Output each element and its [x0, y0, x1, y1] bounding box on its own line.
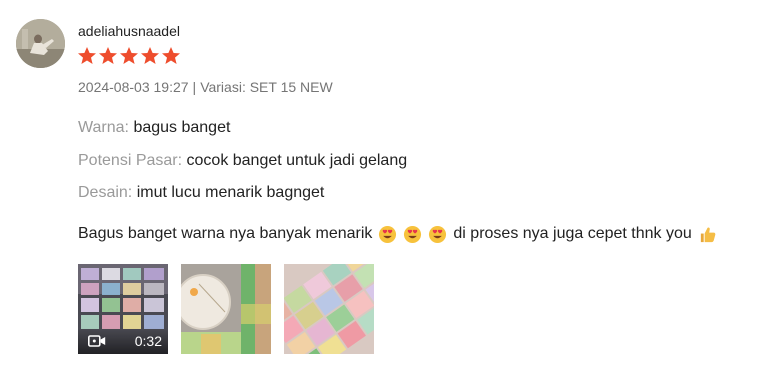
review-variation: Variasi: SET 15 NEW	[200, 79, 333, 95]
star-icon	[162, 47, 180, 64]
attribute-label: Desain:	[78, 184, 133, 201]
attribute-value: cocok banget untuk jadi gelang	[186, 152, 408, 169]
meta-separator: |	[192, 79, 197, 95]
attribute-value: imut lucu menarik bagnget	[136, 184, 325, 201]
review-photo-thumbnail[interactable]	[284, 264, 374, 354]
avatar[interactable]	[16, 19, 65, 68]
thumbs-up-icon	[700, 226, 716, 242]
video-camera-icon	[88, 335, 106, 347]
emoji-group	[378, 225, 447, 244]
comment-text-start: Bagus banget warna nya banyak menarik	[78, 225, 373, 242]
review-video-thumbnail[interactable]: 0:32	[78, 264, 168, 354]
attribute-row-color: Warna: bagus banget	[78, 118, 230, 138]
smiling-face-with-heart-eyes-icon	[404, 225, 422, 243]
smiling-face-with-heart-eyes-icon	[429, 225, 447, 243]
video-duration: 0:32	[134, 333, 162, 349]
avatar-image	[16, 19, 65, 68]
star-icon	[141, 47, 159, 64]
review-media-row: 0:32	[78, 264, 374, 354]
smiling-face-with-heart-eyes-icon	[379, 225, 397, 243]
star-rating	[77, 46, 181, 68]
bead-container-photo	[181, 264, 271, 354]
product-review: adeliahusnaadel 2024-08-03 19:27 | Variasi…	[0, 0, 781, 377]
attribute-row-market-potential: Potensi Pasar: cocok banget untuk jadi g…	[78, 151, 407, 171]
review-comment: Bagus banget warna nya banyak menarik di…	[78, 224, 717, 244]
comment-text-end: di proses nya juga cepet thnk you	[453, 225, 692, 242]
attribute-row-design: Desain: imut lucu menarik bagnget	[78, 183, 324, 203]
bead-organizer-photo	[284, 264, 374, 354]
star-icon	[120, 47, 138, 64]
review-meta: 2024-08-03 19:27 | Variasi: SET 15 NEW	[78, 79, 333, 96]
star-icon	[78, 47, 96, 64]
review-photo-thumbnail[interactable]	[181, 264, 271, 354]
attribute-label: Potensi Pasar:	[78, 152, 183, 169]
reviewer-username: adeliahusnaadel	[78, 23, 180, 39]
attribute-label: Warna:	[78, 119, 129, 136]
review-timestamp: 2024-08-03 19:27	[78, 79, 189, 95]
star-icon	[99, 47, 117, 64]
attribute-value: bagus banget	[133, 119, 231, 136]
